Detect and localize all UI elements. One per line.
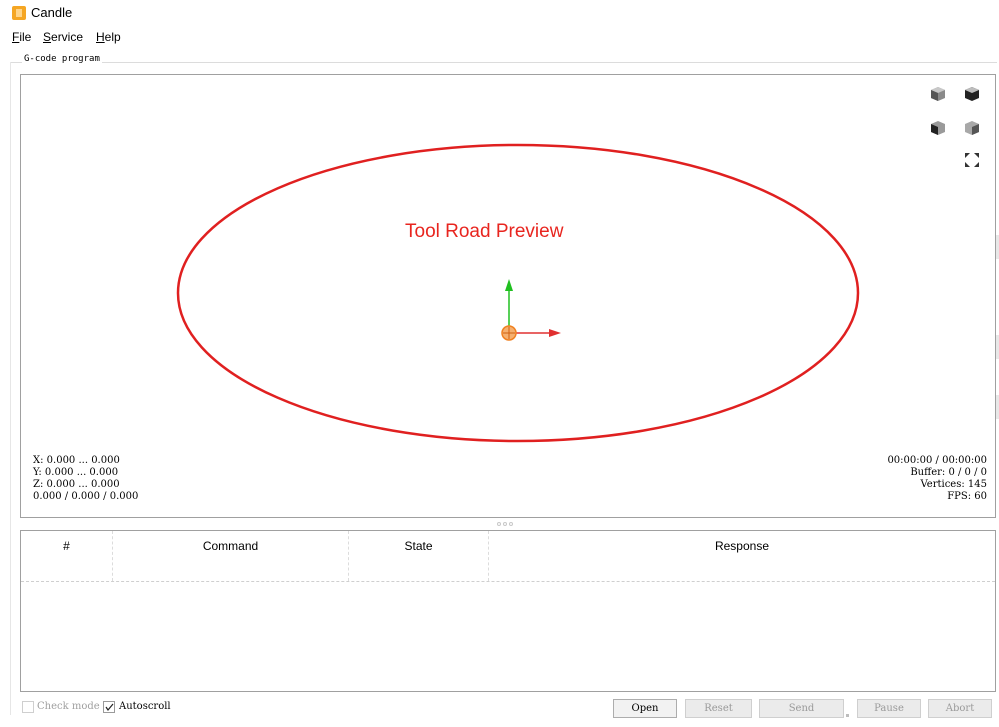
bottom-toolbar: Check mode Autoscroll Open Reset Send Pa… — [0, 696, 999, 727]
view-front-icon — [931, 121, 945, 135]
candle-app-icon — [12, 6, 26, 20]
view-isometric-button[interactable] — [929, 85, 951, 107]
program-table[interactable]: # Command State Response — [20, 530, 996, 692]
view-top-button[interactable] — [963, 85, 985, 107]
send-button[interactable]: Send — [759, 699, 844, 718]
table-header: # Command State Response — [21, 531, 995, 582]
column-header-number[interactable]: # — [21, 531, 113, 581]
menu-file[interactable]: File — [12, 30, 31, 44]
abort-button[interactable]: Abort — [928, 699, 992, 718]
menu-help[interactable]: Help — [96, 30, 121, 44]
view-isometric-icon — [931, 87, 945, 101]
autoscroll-checkbox[interactable] — [103, 701, 115, 713]
open-button[interactable]: Open — [613, 699, 677, 718]
check-mode-label: Check mode — [37, 701, 100, 712]
title-bar: Candle — [0, 0, 999, 26]
vertices-text: Vertices: 145 — [920, 479, 987, 490]
size-text: 0.000 / 0.000 / 0.000 — [33, 491, 139, 502]
window-title: Candle — [31, 5, 73, 20]
preview-annotation: Tool Road Preview — [405, 221, 564, 242]
status-info: 00:00:00 / 00:00:00 Buffer: 0 / 0 / 0 Ve… — [887, 455, 987, 503]
toolpath-canvas: Tool Road Preview — [176, 143, 860, 443]
fps-text: FPS: 60 — [947, 491, 987, 502]
column-header-response[interactable]: Response — [489, 531, 995, 581]
gcode-group-label: G-code program — [22, 54, 102, 64]
fit-view-button[interactable] — [963, 151, 985, 173]
pause-button[interactable]: Pause — [857, 699, 921, 718]
y-range-text: Y: 0.000 ... 0.000 — [33, 467, 119, 478]
z-range-text: Z: 0.000 ... 0.000 — [33, 479, 120, 490]
column-header-state[interactable]: State — [349, 531, 489, 581]
time-text: 00:00:00 / 00:00:00 — [887, 455, 987, 466]
group-box-left-border — [10, 62, 11, 715]
splitter-handle[interactable] — [493, 520, 517, 528]
y-axis-arrowhead — [505, 279, 513, 291]
check-mode-checkbox[interactable] — [22, 701, 34, 713]
bounds-info: X: 0.000 ... 0.000 Y: 0.000 ... 0.000 Z:… — [33, 455, 138, 503]
x-range-text: X: 0.000 ... 0.000 — [33, 455, 120, 466]
gcode-viewport[interactable]: Tool Road Preview X: 0.000 ... 0.000 Y: … — [20, 74, 999, 518]
x-axis-arrowhead — [549, 329, 561, 337]
toolpath-ellipse — [176, 143, 860, 443]
buffer-text: Buffer: 0 / 0 / 0 — [910, 467, 987, 478]
view-front-button[interactable] — [929, 119, 951, 141]
view-left-icon — [965, 121, 979, 135]
menu-service[interactable]: Service — [43, 30, 83, 44]
fit-view-icon — [965, 153, 979, 167]
view-left-button[interactable] — [963, 119, 985, 141]
menu-bar: File Service Help — [0, 27, 999, 47]
view-top-icon — [965, 87, 979, 101]
reset-button[interactable]: Reset — [685, 699, 752, 718]
checkmark-icon — [105, 703, 114, 712]
column-header-command[interactable]: Command — [113, 531, 349, 581]
group-box-border — [10, 62, 997, 63]
autoscroll-label: Autoscroll — [119, 701, 171, 712]
send-button-menu-indicator — [846, 714, 849, 717]
